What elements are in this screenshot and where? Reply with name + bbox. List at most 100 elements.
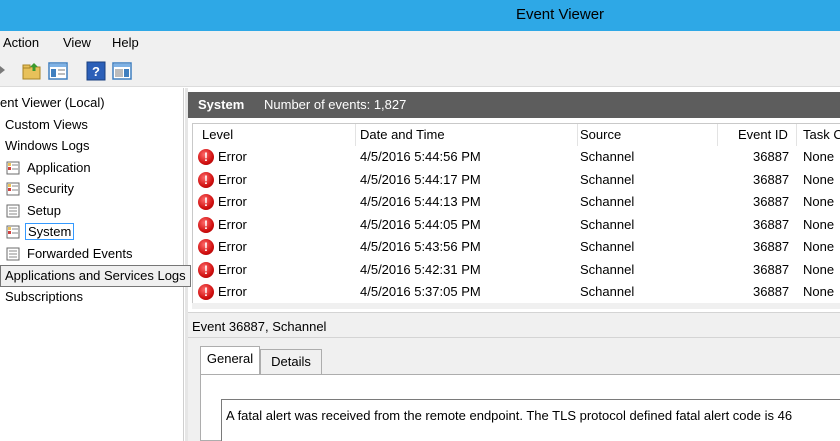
window-title: Event Viewer [515, 6, 605, 23]
action-pane-icon[interactable] [112, 61, 132, 81]
svg-text:?: ? [92, 64, 100, 79]
help-icon[interactable]: ? [86, 61, 106, 81]
cell-level: Error [218, 172, 247, 187]
cell-source: Schannel [580, 149, 635, 164]
column-divider[interactable] [577, 124, 578, 146]
cell-task: None [803, 239, 835, 254]
cell-date-time: 4/5/2016 5:44:13 PM [360, 194, 481, 209]
toolbar: ? [0, 55, 840, 87]
column-divider[interactable] [717, 124, 718, 146]
event-message-box[interactable]: A fatal alert was received from the remo… [221, 399, 840, 441]
cell-date-time: 4/5/2016 5:43:56 PM [360, 239, 481, 254]
tree-item-system[interactable]: System [6, 222, 75, 242]
error-icon [198, 259, 214, 281]
menu-view[interactable]: View [63, 35, 91, 50]
tree-item-application[interactable]: Application [6, 158, 91, 178]
tab-general[interactable]: General [200, 346, 260, 375]
log-icon [6, 225, 20, 239]
cell-event-id: 36887 [753, 284, 790, 299]
cell-date-time: 4/5/2016 5:44:05 PM [360, 217, 481, 232]
folder-up-icon[interactable] [22, 61, 42, 81]
title-bar[interactable]: Event Viewer [0, 0, 840, 31]
error-icon [198, 214, 214, 236]
cell-source: Schannel [580, 172, 635, 187]
column-divider[interactable] [355, 124, 356, 146]
table-row[interactable]: Error 4/5/2016 5:37:05 PM Schannel 36887… [193, 281, 840, 303]
tooltip-applications-services-logs: Applications and Services Logs [0, 265, 191, 287]
cell-level: Error [218, 194, 247, 209]
menu-action[interactable]: Action [3, 35, 39, 50]
cell-date-time: 4/5/2016 5:42:31 PM [360, 262, 481, 277]
column-task[interactable]: Task C [803, 124, 840, 146]
cell-event-id: 36887 [753, 262, 790, 277]
tree-item-windows-logs[interactable]: Windows Logs [5, 136, 90, 156]
cell-event-id: 36887 [753, 217, 790, 232]
back-arrow-icon[interactable] [0, 60, 8, 80]
cell-task: None [803, 284, 835, 299]
cell-source: Schannel [580, 262, 635, 277]
column-date-time[interactable]: Date and Time [360, 124, 445, 146]
table-row[interactable]: Error 4/5/2016 5:43:56 PM Schannel 36887… [193, 236, 840, 259]
error-icon [198, 169, 214, 191]
event-viewer-window: Event Viewer Action View Help ? ent View… [0, 0, 840, 441]
event-detail-title: Event 36887, Schannel [192, 319, 327, 334]
cell-event-id: 36887 [753, 172, 790, 187]
results-pane: System Number of events: 1,827 Level Dat… [188, 88, 840, 441]
event-detail-header: Event 36887, Schannel [188, 312, 840, 338]
event-message-text: A fatal alert was received from the remo… [226, 408, 793, 423]
table-row[interactable]: Error 4/5/2016 5:44:17 PM Schannel 36887… [193, 169, 840, 192]
table-row[interactable]: Error 4/5/2016 5:44:05 PM Schannel 36887… [193, 214, 840, 237]
column-divider[interactable] [796, 124, 797, 146]
event-detail-pane: General Details A fatal alert was receiv… [188, 338, 840, 441]
log-header: System Number of events: 1,827 [188, 92, 840, 118]
tree-item-security[interactable]: Security [6, 179, 74, 199]
tree-item-custom-views[interactable]: Custom Views [5, 115, 88, 135]
cell-date-time: 4/5/2016 5:44:56 PM [360, 149, 481, 164]
cell-level: Error [218, 262, 247, 277]
tree-item-setup[interactable]: Setup [6, 201, 61, 221]
table-row[interactable]: Error 4/5/2016 5:44:13 PM Schannel 36887… [193, 191, 840, 214]
cell-event-id: 36887 [753, 239, 790, 254]
cell-level: Error [218, 217, 247, 232]
tree-item-subscriptions[interactable]: Subscriptions [5, 287, 83, 307]
error-icon [198, 146, 214, 168]
show-hide-tree-icon[interactable] [48, 61, 68, 81]
cell-level: Error [218, 284, 247, 299]
cell-task: None [803, 194, 835, 209]
tab-details[interactable]: Details [260, 349, 322, 375]
menu-bar: Action View Help [0, 31, 840, 55]
log-icon [6, 247, 20, 261]
log-icon [6, 204, 20, 218]
cell-event-id: 36887 [753, 149, 790, 164]
table-row[interactable]: Error 4/5/2016 5:42:31 PM Schannel 36887… [193, 259, 840, 282]
menu-help[interactable]: Help [112, 35, 139, 50]
column-source[interactable]: Source [580, 124, 621, 146]
event-count: Number of events: 1,827 [264, 97, 407, 112]
log-icon [6, 182, 20, 196]
cell-source: Schannel [580, 217, 635, 232]
cell-task: None [803, 262, 835, 277]
column-level[interactable]: Level [202, 124, 233, 146]
error-icon [198, 281, 214, 303]
cell-source: Schannel [580, 194, 635, 209]
cell-task: None [803, 172, 835, 187]
error-icon [198, 236, 214, 258]
tree-item-event-viewer-local[interactable]: ent Viewer (Local) [0, 93, 105, 113]
error-icon [198, 191, 214, 213]
cell-level: Error [218, 149, 247, 164]
cell-level: Error [218, 239, 247, 254]
cell-date-time: 4/5/2016 5:44:17 PM [360, 172, 481, 187]
grid-horizontal-scrollbar[interactable] [192, 303, 840, 309]
cell-source: Schannel [580, 284, 635, 299]
cell-date-time: 4/5/2016 5:37:05 PM [360, 284, 481, 299]
tree-item-forwarded-events[interactable]: Forwarded Events [6, 244, 133, 264]
cell-source: Schannel [580, 239, 635, 254]
log-name: System [198, 97, 245, 112]
events-grid: Level Date and Time Source Event ID Task… [192, 123, 840, 303]
general-tab-panel: A fatal alert was received from the remo… [200, 374, 840, 441]
cell-task: None [803, 149, 835, 164]
table-row[interactable]: Error 4/5/2016 5:44:56 PM Schannel 36887… [193, 146, 840, 169]
log-icon [6, 161, 20, 175]
column-event-id[interactable]: Event ID [738, 124, 788, 146]
cell-task: None [803, 217, 835, 232]
